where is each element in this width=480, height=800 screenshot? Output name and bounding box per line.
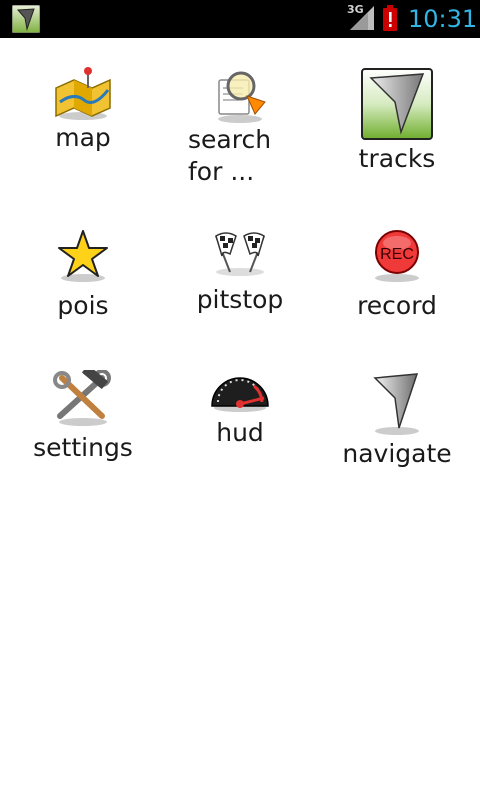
menu-item-record[interactable]: REC record [317, 228, 477, 321]
speedometer-icon [211, 377, 269, 412]
menu-item-label: search [188, 125, 272, 154]
menu-item-pois[interactable]: pois [3, 228, 163, 321]
record-icon: REC [375, 230, 419, 282]
menu-item-label-line2: for ... [188, 157, 255, 186]
checkered-flags-icon [215, 232, 265, 276]
signal-icon [350, 6, 374, 30]
menu-item-pitstop[interactable]: pitstop [160, 228, 320, 315]
menu-item-tracks[interactable]: tracks [317, 68, 477, 174]
menu-item-hud[interactable]: hud [160, 368, 320, 448]
menu-item-label: tracks [358, 144, 436, 173]
main-menu-grid: map search for ... tracks pois pitstop R… [0, 38, 480, 800]
battery-alert-icon [383, 5, 397, 31]
menu-item-label: settings [33, 433, 133, 462]
svg-text:REC: REC [380, 246, 414, 263]
menu-item-navigate[interactable]: navigate [317, 372, 477, 469]
star-icon [58, 230, 108, 282]
navigate-arrow-icon [373, 373, 419, 435]
menu-item-label: record [357, 291, 437, 320]
menu-item-search[interactable]: search for ... [160, 66, 320, 188]
menu-item-settings[interactable]: settings [3, 370, 163, 463]
app-logo-icon [12, 5, 40, 33]
clock: 10:31 [408, 5, 478, 33]
menu-item-label: navigate [342, 439, 452, 468]
map-icon [55, 67, 111, 120]
menu-item-label: pitstop [196, 285, 284, 314]
tools-icon [53, 370, 111, 426]
tracks-icon [361, 68, 433, 140]
menu-item-map[interactable]: map [3, 66, 163, 153]
status-bar: 3G 10:31 [0, 0, 480, 38]
menu-item-label: map [55, 123, 111, 152]
menu-item-label: hud [216, 418, 264, 447]
menu-item-label: pois [57, 291, 109, 320]
search-icon [218, 71, 266, 123]
